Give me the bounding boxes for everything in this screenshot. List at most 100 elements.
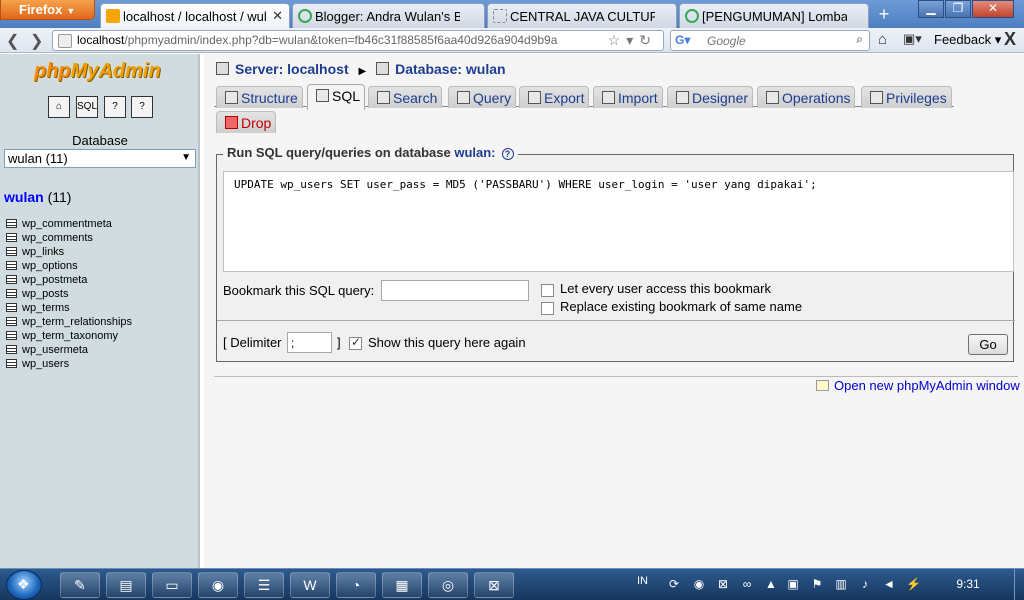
browser-tab-phpmyadmin[interactable]: localhost / localhost / wul... ✕: [100, 3, 290, 28]
table-icon[interactable]: [6, 233, 17, 242]
help-icon[interactable]: ?: [501, 148, 514, 160]
replace-bookmark-checkbox[interactable]: [541, 302, 554, 315]
show-query-again-checkbox[interactable]: [349, 335, 362, 350]
table-icon[interactable]: [6, 359, 17, 368]
app-taskbar-icon[interactable]: ☰: [244, 572, 284, 598]
sql-query-textarea[interactable]: UPDATE wp_users SET user_pass = MD5 ('PA…: [223, 171, 1014, 272]
tab-designer[interactable]: Designer: [667, 86, 754, 108]
search-icon[interactable]: ⌕: [856, 32, 863, 47]
firefox-menu-button[interactable]: Firefox ▼: [0, 0, 95, 20]
dropdown-icon[interactable]: ▾: [626, 32, 639, 48]
tab-close-icon[interactable]: ✕: [272, 8, 283, 24]
sql-query-window-icon[interactable]: SQL: [76, 96, 98, 118]
link-tray-icon[interactable]: ∞: [740, 577, 754, 591]
tab-operations[interactable]: Operations: [757, 86, 856, 108]
table-list: wp_commentmeta wp_comments wp_links wp_o…: [6, 217, 132, 371]
table-icon[interactable]: [6, 219, 17, 228]
media-taskbar-icon[interactable]: ▤: [106, 572, 146, 598]
table-icon[interactable]: [6, 331, 17, 340]
flag-tray-icon[interactable]: ⚑: [810, 577, 824, 591]
explorer-taskbar-icon[interactable]: ▭: [152, 572, 192, 598]
xampp-tray-icon[interactable]: ⊠: [716, 577, 730, 591]
close-x-icon[interactable]: X: [1004, 29, 1016, 50]
xampp-taskbar-icon[interactable]: ⊠: [474, 572, 514, 598]
home-icon[interactable]: ⌂: [878, 31, 887, 48]
table-icon[interactable]: [6, 303, 17, 312]
bookmark-input[interactable]: [381, 280, 529, 301]
app-taskbar-icon[interactable]: ◔: [336, 572, 376, 598]
bookmarks-menu-icon[interactable]: ▣▾: [903, 31, 922, 47]
maximize-button[interactable]: ❐: [945, 0, 971, 18]
notepad-taskbar-icon[interactable]: ✎: [60, 572, 100, 598]
documentation-icon[interactable]: ?: [104, 96, 126, 118]
bookmark-label: Bookmark this SQL query:: [223, 283, 375, 298]
clock[interactable]: 9:31: [948, 577, 988, 591]
chrome-taskbar-icon[interactable]: ◎: [428, 572, 468, 598]
word-taskbar-icon[interactable]: W: [290, 572, 330, 598]
every-user-bookmark-checkbox[interactable]: [541, 284, 554, 297]
sync-tray-icon[interactable]: ⟳: [667, 577, 681, 591]
browser-tab-pengumuman[interactable]: [PENGUMUMAN] Lomba ...: [679, 3, 869, 28]
list-item[interactable]: wp_links: [6, 245, 132, 259]
tab-export[interactable]: Export: [519, 86, 590, 108]
tab-drop[interactable]: Drop: [216, 111, 277, 133]
breadcrumb-server[interactable]: Server: localhost: [235, 61, 349, 77]
network-tray-icon[interactable]: ▣: [786, 577, 800, 591]
delimiter-input[interactable]: ;: [287, 332, 332, 353]
phpmyadmin-logo[interactable]: phpMyAdmin: [34, 60, 161, 83]
minimize-button[interactable]: ▁: [918, 0, 944, 18]
table-icon[interactable]: [6, 247, 17, 256]
tab-query[interactable]: Query: [448, 86, 517, 108]
firefox-taskbar-icon[interactable]: ◉: [198, 572, 238, 598]
list-item[interactable]: wp_users: [6, 357, 132, 371]
list-item[interactable]: wp_options: [6, 259, 132, 273]
show-desktop-button[interactable]: [1014, 569, 1024, 600]
list-item[interactable]: wp_terms: [6, 301, 132, 315]
tab-structure[interactable]: Structure: [216, 86, 303, 108]
search-bar[interactable]: G▾ Google ⌕: [670, 30, 870, 51]
volume-icon[interactable]: ♪: [858, 577, 872, 591]
site-identity-icon[interactable]: [58, 34, 72, 48]
forward-icon[interactable]: ❯: [30, 31, 43, 51]
network-status-icon[interactable]: ▥: [834, 577, 848, 591]
table-icon[interactable]: [6, 261, 17, 270]
start-button[interactable]: ❖: [6, 570, 42, 600]
browser-tab-central-java[interactable]: CENTRAL JAVA CULTURE ...: [487, 3, 677, 28]
browser-tab-blogger[interactable]: Blogger: Andra Wulan's Bl...: [292, 3, 485, 28]
tab-search[interactable]: Search: [368, 86, 443, 108]
speaker-icon[interactable]: ◄: [882, 577, 896, 591]
tab-sql[interactable]: SQL: [307, 84, 366, 110]
list-item[interactable]: wp_comments: [6, 231, 132, 245]
list-item[interactable]: wp_term_taxonomy: [6, 329, 132, 343]
new-tab-button[interactable]: +: [872, 4, 896, 26]
list-item[interactable]: wp_usermeta: [6, 343, 132, 357]
list-item[interactable]: wp_term_relationships: [6, 315, 132, 329]
tab-privileges[interactable]: Privileges: [861, 86, 952, 108]
list-item[interactable]: wp_postmeta: [6, 273, 132, 287]
warning-tray-icon[interactable]: ▲: [764, 577, 778, 591]
breadcrumb-database[interactable]: Database: wulan: [395, 61, 505, 77]
feedback-button[interactable]: Feedback ▾: [934, 32, 1001, 48]
tray-icon[interactable]: ◉: [692, 577, 706, 591]
url-bar[interactable]: localhost/phpmyadmin/index.php?db=wulan&…: [52, 30, 664, 51]
back-icon[interactable]: ❮: [6, 31, 19, 51]
notes-taskbar-icon[interactable]: ▦: [382, 572, 422, 598]
table-icon[interactable]: [6, 275, 17, 284]
language-indicator[interactable]: IN: [637, 575, 648, 587]
open-new-window-link[interactable]: Open new phpMyAdmin window: [816, 378, 1020, 393]
go-button[interactable]: Go: [968, 334, 1008, 355]
close-window-button[interactable]: ✕: [972, 0, 1014, 18]
table-icon[interactable]: [6, 317, 17, 326]
list-item[interactable]: wp_commentmeta: [6, 217, 132, 231]
sql-docs-icon[interactable]: ?: [131, 96, 153, 118]
table-icon[interactable]: [6, 345, 17, 354]
list-item[interactable]: wp_posts: [6, 287, 132, 301]
reload-icon[interactable]: ↻: [639, 32, 657, 48]
database-link[interactable]: wulan (11): [4, 189, 71, 205]
home-icon[interactable]: ⌂: [48, 96, 70, 118]
table-icon[interactable]: [6, 289, 17, 298]
bookmark-star-icon[interactable]: ☆: [608, 32, 627, 48]
tab-import[interactable]: Import: [593, 86, 663, 108]
power-tray-icon[interactable]: ⚡: [906, 577, 921, 591]
database-select[interactable]: wulan (11) ▼: [4, 149, 196, 168]
